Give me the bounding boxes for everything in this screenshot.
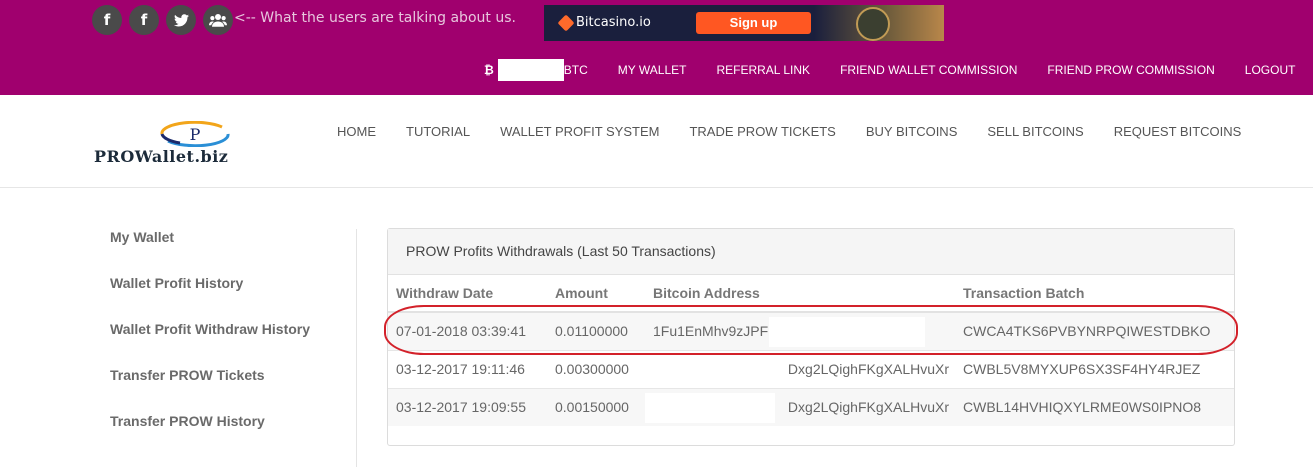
sidebar-item-my-wallet[interactable]: My Wallet: [110, 229, 310, 275]
withdrawals-table: Withdraw Date Amount Bitcoin Address Tra…: [388, 275, 1234, 426]
nav-wallet-profit-system[interactable]: WALLET PROFIT SYSTEM: [500, 124, 659, 139]
btc-balance: ₿ BTC: [484, 59, 618, 81]
column-header-address: Bitcoin Address: [645, 275, 955, 313]
ad-character-image: [856, 7, 890, 41]
account-nav: ₿ BTC MY WALLET REFERRAL LINK FRIEND WAL…: [484, 59, 1296, 81]
sidebar-item-transfer-prow-tickets[interactable]: Transfer PROW Tickets: [110, 367, 310, 413]
nav-tutorial[interactable]: TUTORIAL: [406, 124, 470, 139]
cell-batch: CWBL14HVHIQXYLRME0WS0IPNO8: [955, 387, 1234, 426]
logo-mark-letter: P: [190, 125, 201, 144]
cell-batch: CWBL5V8MYXUP6SX3SF4HY4RJEZ: [955, 349, 1234, 388]
sidebar-item-transfer-prow-history[interactable]: Transfer PROW History: [110, 413, 310, 459]
logo-text: PROWallet.biz: [94, 147, 229, 166]
logo-mark-icon: P: [160, 121, 230, 147]
ad-banner[interactable]: Bitcasino.io Sign up: [544, 5, 944, 41]
cell-batch: CWCA4TKS6PVBYNRPQIWESTDBKO: [955, 311, 1234, 350]
nav-buy-bitcoins[interactable]: BUY BITCOINS: [866, 124, 958, 139]
nav-sell-bitcoins[interactable]: SELL BITCOINS: [987, 124, 1083, 139]
twitter-icon[interactable]: [166, 5, 196, 35]
top-bar: f f <-- What the users are talking about…: [0, 0, 1313, 95]
cell-address: Dxg2LQighFKgXALHvuXr: [645, 387, 955, 426]
friend-wallet-commission-link[interactable]: FRIEND WALLET COMMISSION: [840, 63, 1017, 77]
table-row: 03-12-2017 19:09:55 0.00150000 Dxg2LQigh…: [388, 387, 1234, 426]
ad-brand: Bitcasino.io: [576, 15, 651, 30]
panel-title: PROW Profits Withdrawals (Last 50 Transa…: [388, 229, 1234, 275]
balance-redacted: [497, 59, 564, 81]
cell-amount: 0.01100000: [547, 311, 645, 350]
address-redacted: [769, 317, 925, 347]
bitcoin-icon: ₿: [484, 63, 494, 77]
column-header-date: Withdraw Date: [388, 275, 547, 313]
social-note: <-- What the users are talking about us.: [234, 10, 516, 26]
cell-date: 03-12-2017 19:11:46: [388, 349, 547, 388]
column-header-amount: Amount: [547, 275, 645, 313]
column-header-batch: Transaction Batch: [955, 275, 1234, 313]
ad-signup-button[interactable]: Sign up: [696, 12, 811, 34]
table-header-row: Withdraw Date Amount Bitcoin Address Tra…: [388, 275, 1234, 313]
referral-link[interactable]: REFERRAL LINK: [716, 63, 810, 77]
table-row: 03-12-2017 19:11:46 0.00300000 Dxg2LQigh…: [388, 349, 1234, 388]
my-wallet-link[interactable]: MY WALLET: [618, 63, 687, 77]
cell-date: 03-12-2017 19:09:55: [388, 387, 547, 426]
cell-date: 07-01-2018 03:39:41: [388, 311, 547, 350]
cell-address: 1Fu1EnMhv9zJPF: [645, 311, 955, 350]
main-nav: HOME TUTORIAL WALLET PROFIT SYSTEM TRADE…: [337, 124, 1241, 139]
table-row: 07-01-2018 03:39:41 0.01100000 1Fu1EnMhv…: [388, 311, 1234, 350]
friend-prow-commission-link[interactable]: FRIEND PROW COMMISSION: [1047, 63, 1214, 77]
nav-request-bitcoins[interactable]: REQUEST BITCOINS: [1114, 124, 1242, 139]
bitcasino-logo-icon: [557, 14, 575, 32]
logout-link[interactable]: LOGOUT: [1245, 63, 1296, 77]
facebook-icon[interactable]: f: [92, 5, 122, 35]
users-icon[interactable]: [203, 5, 233, 35]
nav-home[interactable]: HOME: [337, 124, 376, 139]
facebook-icon[interactable]: f: [129, 5, 159, 35]
address-text: Dxg2LQighFKgXALHvuXr: [787, 361, 949, 377]
main-header: P PROWallet.biz HOME TUTORIAL WALLET PRO…: [0, 95, 1313, 188]
sidebar: My Wallet Wallet Profit History Wallet P…: [110, 229, 310, 459]
cell-amount: 0.00150000: [547, 387, 645, 426]
sidebar-divider: [356, 229, 357, 467]
cell-address: Dxg2LQighFKgXALHvuXr: [645, 349, 955, 388]
withdrawals-panel: PROW Profits Withdrawals (Last 50 Transa…: [387, 228, 1235, 446]
cell-amount: 0.00300000: [547, 349, 645, 388]
nav-trade-prow-tickets[interactable]: TRADE PROW TICKETS: [689, 124, 835, 139]
site-logo[interactable]: P PROWallet.biz: [94, 117, 299, 167]
sidebar-item-wallet-profit-withdraw-history[interactable]: Wallet Profit Withdraw History: [110, 321, 310, 367]
sidebar-item-wallet-profit-history[interactable]: Wallet Profit History: [110, 275, 310, 321]
btc-label: BTC: [563, 63, 588, 77]
social-links: f f <-- What the users are talking about…: [92, 5, 516, 35]
address-redacted: [645, 392, 775, 423]
